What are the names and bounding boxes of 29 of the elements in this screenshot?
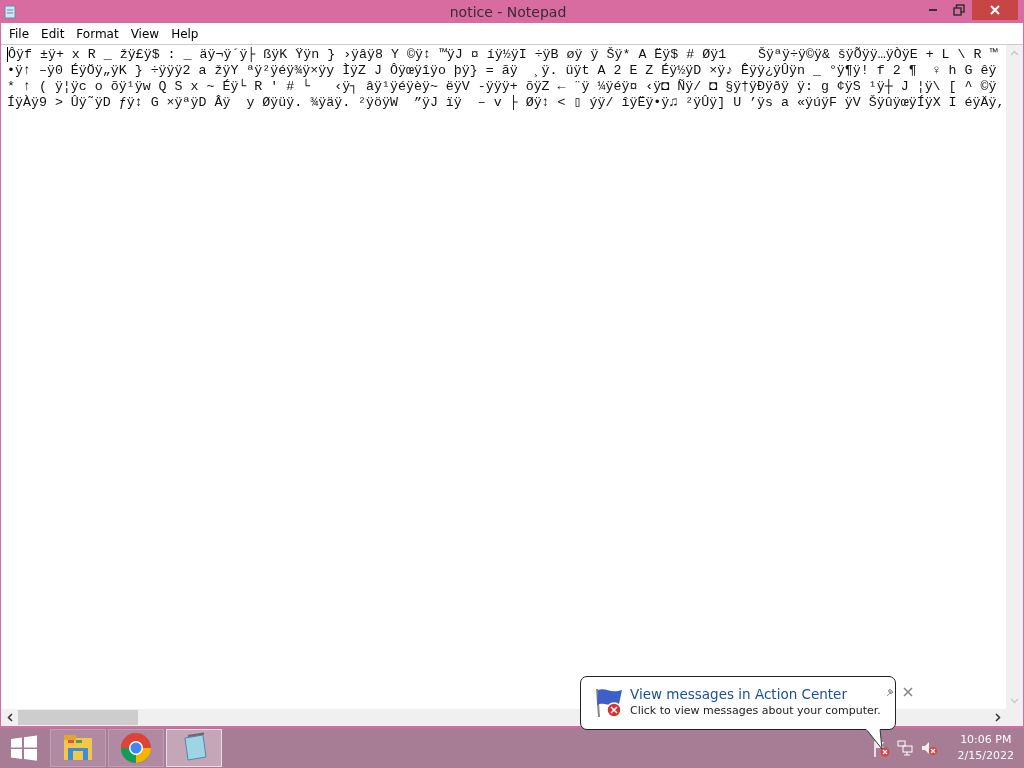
taskbar-button[interactable]: [108, 729, 164, 767]
text-line: * ↑ ( ÿ¦ÿc o õÿ¹ÿw Q S x ~ Éÿ└ R ' # └ ‹ÿ┐ âÿ¹ÿéÿèÿ~ ëÿV -ÿÿÿ+ õÿZ ← ¨ÿ ¼ÿéÿ¤ ‹ÿ◘ Ñÿ/ ◘ §ÿ†ÿÐÿðÿ ÿ: g ¢ÿS ¹ÿ┼ J ¦ÿ\ [ ^ ©ÿ: [7, 79, 998, 95]
notification-title[interactable]: View messages in Action Center: [630, 685, 881, 703]
text-line: •ÿ↑ –ÿ0 ÉÿÖÿ„ÿK } ÷ÿÿÿ2 a žÿY ªÿ²ÿéÿ¾ÿ×ÿy ÌÿZ J Ôÿœÿîÿo þÿ} = ãÿ ¸ÿ. üÿt A 2 E Z Éÿ½ÿD ×ÿ♪ Êÿÿ¿ÿÛÿn _ °ÿ¶ÿ! f 2 ¶ ♀ h G êÿ: [7, 63, 998, 78]
taskbar-button[interactable]: [50, 729, 106, 767]
scrollbar-thumb[interactable]: [18, 710, 138, 725]
toast-pointer: [866, 729, 886, 751]
close-icon[interactable]: [902, 687, 913, 697]
menu-item[interactable]: Edit: [35, 26, 71, 41]
text-line: Ôÿf ±ÿ+ x R _ žÿ£ÿ$ : _ äÿ¬ÿ´ÿ├ ßÿK Ÿÿn } ›ÿâÿ8 Y ©ÿ↕ ™ÿJ ¤ íÿ½ÿI ÷ÿB øÿ ÿ Šÿ* A Ëÿ$ # Øÿ1 Šÿªÿ÷ÿ©ÿ& šÿÕÿÿ…ÿÒÿE + L \ R ™: [7, 47, 999, 63]
network-icon[interactable]: [895, 739, 914, 757]
clock-time[interactable]: 10:06 PM: [960, 732, 1012, 748]
text-line: ÍÿÀÿ9 > Ûÿ˜ÿD ƒÿ↕ G ×ÿªÿD Âÿ y Øÿüÿ. ¾ÿäÿ. ²ÿöÿW ”ÿJ ïÿ – v ├ Øÿ↕ < ▯ ýÿ/ îÿËÿ•ÿ♫ ²ÿÛÿ] U ’ÿs a «ÿúÿF ÿV ŠÿûÿœÿÍÿX I éÿÄÿ,: [7, 95, 1006, 111]
close-icon: [990, 5, 1000, 15]
menu-item[interactable]: View: [124, 26, 166, 41]
restore-icon: [953, 4, 965, 16]
pin-icon[interactable]: [884, 687, 895, 697]
menu-item[interactable]: Help: [165, 26, 205, 41]
minimize-icon: [928, 8, 938, 12]
taskbar-button[interactable]: [166, 729, 222, 767]
notification-message[interactable]: Click to view messages about your computer.: [630, 703, 881, 718]
text-cursor: [7, 47, 8, 62]
clock-date[interactable]: 2/15/2022: [957, 748, 1014, 764]
menu-item[interactable]: File: [3, 26, 36, 41]
notepad-icon: [4, 4, 16, 19]
chrome-browser-icon: [118, 730, 154, 766]
menu-item[interactable]: Format: [70, 26, 125, 41]
window-title: notice - Notepad: [448, 3, 568, 20]
close-button[interactable]: [972, 0, 1018, 20]
